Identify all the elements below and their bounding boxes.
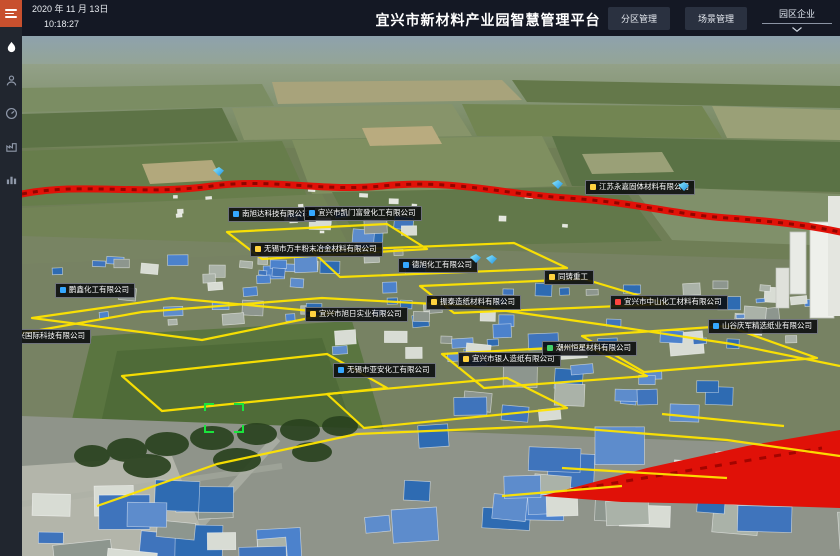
company-marker-icon [403,262,409,268]
company-label-text: 南旭达科技有限公司 [242,210,310,219]
company-label[interactable]: 同铸重工 [544,270,594,285]
company-label[interactable]: 宜兴国际科技有限公司 [22,329,91,344]
app-window: 2020 年 11 月 13日 10:18:27 宜兴市新材料产业园智慧管理平台… [0,0,840,556]
poi-marker-icon[interactable] [213,167,224,176]
company-marker-icon [549,274,555,280]
company-label[interactable]: 江苏永嘉固体材料有限公司 [585,180,695,195]
company-label-text: 无锡市万丰粉末冶金材料有限公司 [264,245,377,254]
map-label-layer: 江苏永嘉固体材料有限公司南旭达科技有限公司宜兴市凯门富登化工有限公司无锡市万丰粉… [22,36,840,556]
company-marker-icon [60,287,66,293]
company-label-text: 宜兴市旭日实业有限公司 [319,310,402,319]
company-label[interactable]: 振泰造纸材料有限公司 [426,295,521,310]
company-marker-icon [615,299,621,305]
company-label-text: 宜兴市凯门富登化工有限公司 [318,209,416,218]
company-label-text: 江苏永嘉固体材料有限公司 [599,183,689,192]
company-label[interactable]: 鹏鑫化工有限公司 [55,283,135,298]
company-label-text: 宜兴国际科技有限公司 [22,332,85,341]
company-marker-icon [310,311,316,317]
company-marker-icon [713,323,719,329]
company-label[interactable]: 无锡市万丰粉末冶金材料有限公司 [250,242,383,257]
company-marker-icon [338,367,344,373]
flame-icon[interactable] [0,34,22,60]
selection-bracket [204,403,244,433]
company-marker-icon [309,210,315,216]
company-label-text: 鹏鑫化工有限公司 [69,286,129,295]
time-text: 10:18:27 [44,20,108,30]
company-label-text: 山谷庆军精选纸业有限公司 [722,322,812,331]
gauge-icon[interactable] [0,100,22,126]
company-label[interactable]: 南旭达科技有限公司 [228,207,316,222]
zone-manage-button[interactable]: 分区管理 [608,7,670,30]
company-marker-icon [233,211,239,217]
map-viewport[interactable]: 江苏永嘉固体材料有限公司南旭达科技有限公司宜兴市凯门富登化工有限公司无锡市万丰粉… [22,36,840,556]
company-label[interactable]: 宜兴市中山化工材料有限公司 [610,295,728,310]
company-label-text: 潮州恒星材料有限公司 [556,344,631,353]
company-label[interactable]: 无锡市亚安化工有限公司 [333,363,436,378]
company-marker-icon [547,345,553,351]
company-marker-icon [463,356,469,362]
scene-manage-button[interactable]: 场景管理 [685,7,747,30]
company-label-text: 同铸重工 [558,273,588,282]
company-label-text: 德旭化工有限公司 [412,261,472,270]
company-label[interactable]: 山谷庆军精选纸业有限公司 [708,319,818,334]
company-label-text: 无锡市亚安化工有限公司 [347,366,430,375]
company-label[interactable]: 宜兴市凯门富登化工有限公司 [304,206,422,221]
header-actions: 分区管理 场景管理 园区企业 [608,0,832,36]
company-marker-icon [590,184,596,190]
company-label[interactable]: 宜兴市旭日实业有限公司 [305,307,408,322]
company-label[interactable]: 潮州恒星材料有限公司 [542,341,637,356]
sidebar [0,0,22,556]
poi-marker-icon[interactable] [486,255,497,264]
date-text: 2020 年 11 月 13日 [32,4,108,14]
company-label[interactable]: 德旭化工有限公司 [398,258,478,273]
company-label-text: 振泰造纸材料有限公司 [440,298,515,307]
company-label-text: 宜兴市银人造纸有限公司 [472,355,555,364]
factory-icon[interactable] [0,133,22,159]
header-bar: 2020 年 11 月 13日 10:18:27 宜兴市新材料产业园智慧管理平台… [22,0,840,36]
company-marker-icon [255,246,261,252]
poi-marker-icon[interactable] [552,180,563,189]
company-label-text: 宜兴市中山化工材料有限公司 [624,298,722,307]
chevron-down-icon [792,27,802,32]
datetime: 2020 年 11 月 13日 10:18:27 [32,5,108,30]
park-enterprise-dropdown[interactable]: 园区企业 [762,5,832,32]
company-marker-icon [431,299,437,305]
page-title: 宜兴市新材料产业园智慧管理平台 [376,10,601,30]
bar-chart-icon[interactable] [0,166,22,192]
person-icon[interactable] [0,67,22,93]
menu-icon[interactable] [0,0,22,27]
dropdown-label: 园区企业 [779,5,815,23]
